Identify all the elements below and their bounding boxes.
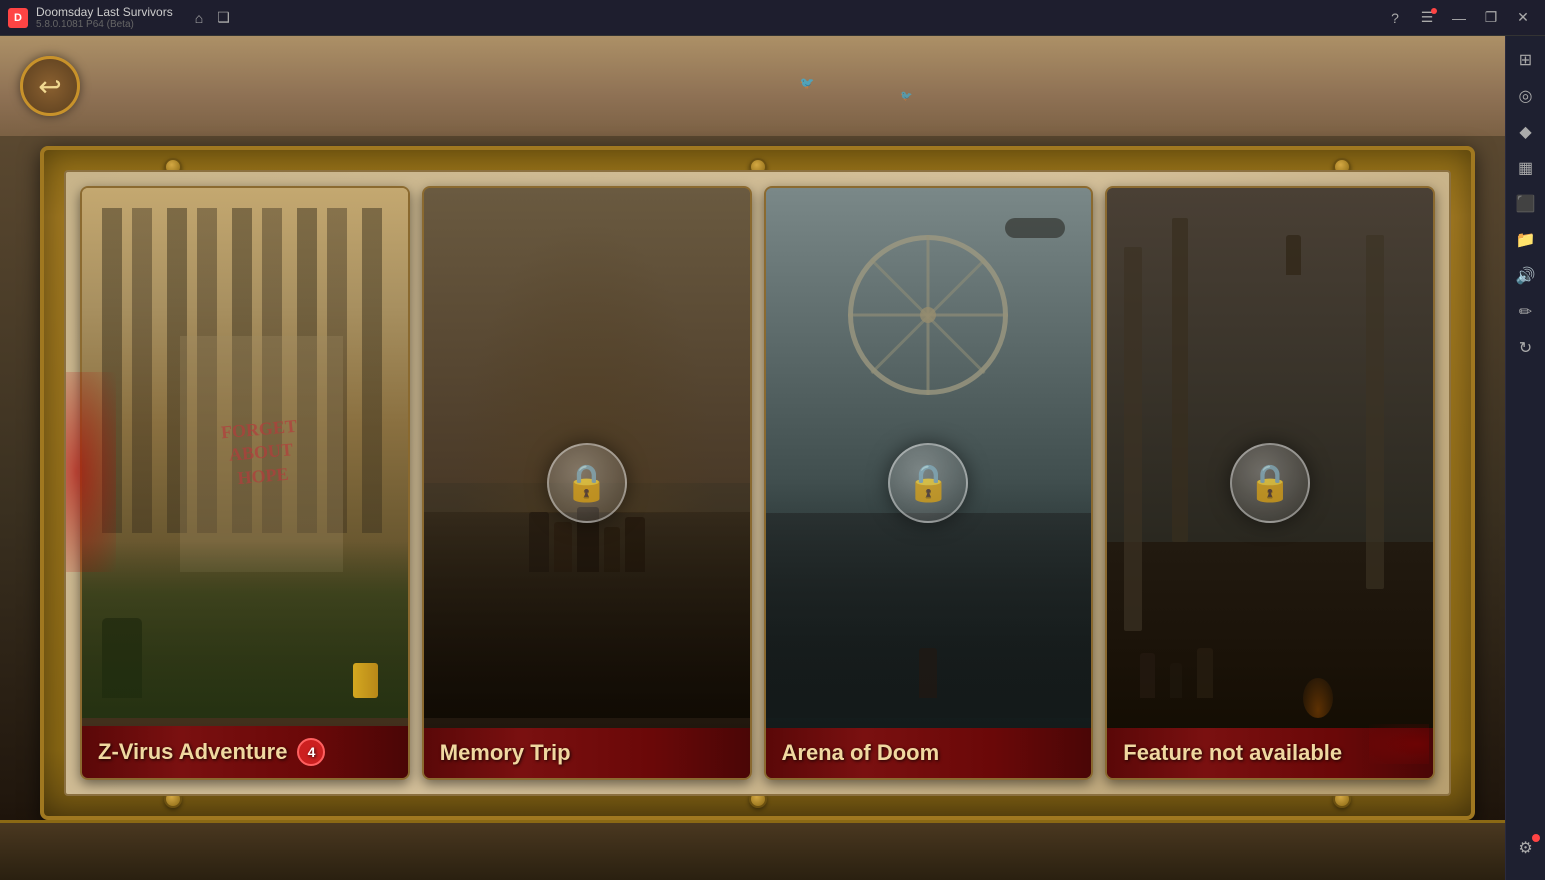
app-title: Doomsday Last Survivors [36, 5, 173, 19]
card-3-airship [1005, 218, 1065, 238]
card-3-label: Arena of Doom [766, 728, 1092, 778]
card-1-barrel [353, 663, 378, 698]
card-3-figure [919, 648, 937, 698]
sidebar-volume-icon[interactable]: 🔊 [1510, 260, 1542, 292]
card-memory-trip[interactable]: 🔒 Memory Trip [422, 186, 752, 780]
card-4-pillar-2 [1172, 218, 1188, 543]
lock-icon-2: 🔒 [906, 462, 951, 504]
home-nav-icon[interactable]: ⌂ [189, 6, 209, 30]
card-1-badge: 4 [297, 738, 325, 766]
board-inner: FORGETABOUTHOPE Z-Virus Adventure 4 [64, 170, 1451, 796]
main-content: 🐦 🐦 ↩ FORGETAB [0, 36, 1505, 880]
card-arena-of-doom[interactable]: 🔒 Arena of Doom [764, 186, 1094, 780]
card-4-figure-top [1286, 235, 1301, 275]
back-button[interactable]: ↩ [20, 56, 80, 116]
card-2-label: Memory Trip [424, 728, 750, 778]
card-1-title: Z-Virus Adventure [98, 739, 287, 765]
sidebar-diamond-icon[interactable]: ◆ [1510, 116, 1542, 148]
app-icon: D [8, 8, 28, 28]
restore-button[interactable]: ❐ [1477, 4, 1505, 32]
card-1-label: Z-Virus Adventure 4 [82, 726, 408, 778]
window-controls: ? ☰ — ❐ ✕ [1381, 4, 1537, 32]
title-bar-menu: ⌂ ❑ [189, 5, 236, 30]
card-2-lock: 🔒 [547, 443, 627, 523]
card-4-fire [1303, 678, 1333, 718]
card-4-label: Feature not available [1107, 728, 1433, 778]
back-arrow-icon: ↩ [38, 70, 61, 103]
bottom-bar [0, 820, 1505, 880]
sidebar-folder-icon[interactable]: 📁 [1510, 224, 1542, 256]
card-4-ground-figures [1140, 551, 1401, 699]
sidebar-apps-icon[interactable]: ▦ [1510, 152, 1542, 184]
sidebar-globe-icon[interactable]: ◎ [1510, 80, 1542, 112]
sidebar-refresh-icon[interactable]: ↻ [1510, 332, 1542, 364]
sidebar-capture-icon[interactable]: ⬛ [1510, 188, 1542, 220]
minimize-button[interactable]: — [1445, 4, 1473, 32]
card-z-virus[interactable]: FORGETABOUTHOPE Z-Virus Adventure 4 [80, 186, 410, 780]
title-bar: D Doomsday Last Survivors 5.8.0.1081 P64… [0, 0, 1545, 36]
board-frame: FORGETABOUTHOPE Z-Virus Adventure 4 [40, 146, 1475, 820]
right-sidebar: ⊞ ◎ ◆ ▦ ⬛ 📁 🔊 ✏ ↻ ⚙ [1505, 36, 1545, 880]
card-feature-unavailable[interactable]: 🔒 Feature not available [1105, 186, 1435, 780]
card-3-ferris-wheel [848, 235, 1008, 395]
card-2-title: Memory Trip [440, 740, 571, 766]
card-4-title: Feature not available [1123, 740, 1342, 766]
card-3-lock: 🔒 [888, 443, 968, 523]
lock-icon-3: 🔒 [1248, 462, 1293, 504]
help-button[interactable]: ? [1381, 4, 1409, 32]
card-4-lock: 🔒 [1230, 443, 1310, 523]
card-1-scene: FORGETABOUTHOPE [82, 188, 408, 778]
sidebar-settings-icon[interactable]: ⚙ [1510, 832, 1542, 864]
card-2-ground [424, 512, 750, 719]
card-1-graffiti: FORGETABOUTHOPE [180, 336, 343, 572]
app-version: 5.8.0.1081 P64 (Beta) [36, 19, 173, 30]
close-button[interactable]: ✕ [1509, 4, 1537, 32]
lock-icon: 🔒 [564, 462, 609, 504]
menu-button[interactable]: ☰ [1413, 4, 1441, 32]
sidebar-edit-icon[interactable]: ✏ [1510, 296, 1542, 328]
sidebar-grid-icon[interactable]: ⊞ [1510, 44, 1542, 76]
page-nav-icon[interactable]: ❑ [211, 5, 236, 30]
card-3-title: Arena of Doom [782, 740, 940, 766]
card-4-pillar-3 [1366, 235, 1384, 589]
